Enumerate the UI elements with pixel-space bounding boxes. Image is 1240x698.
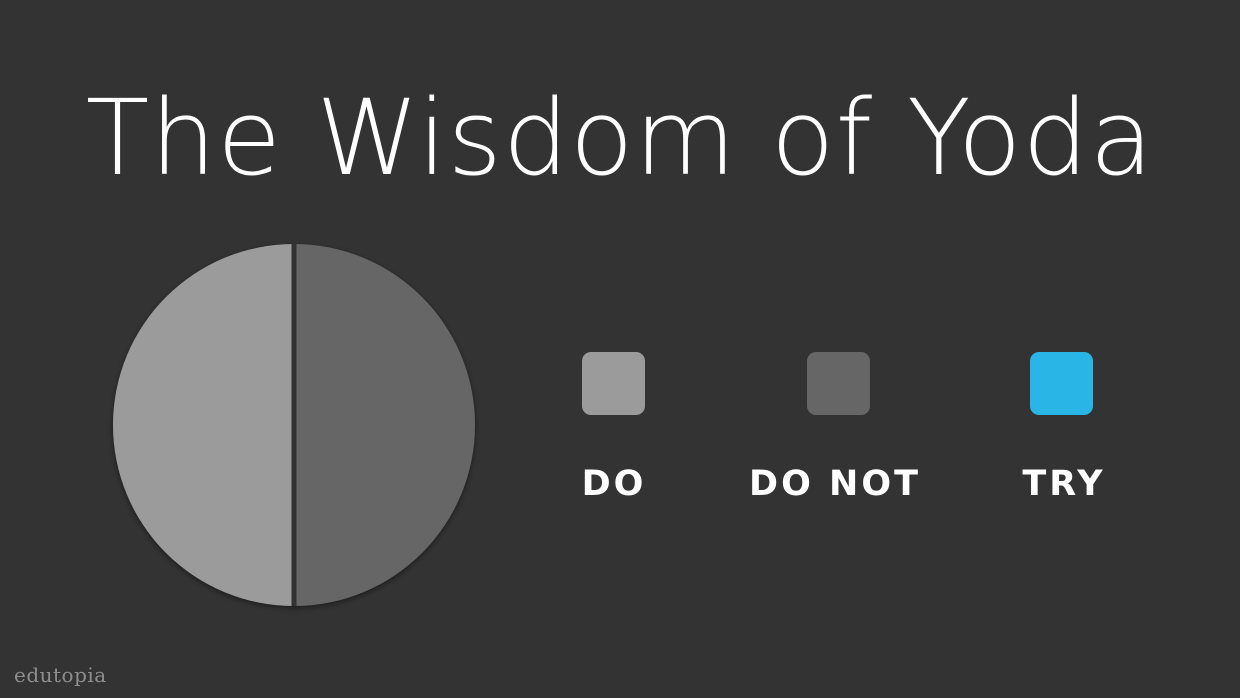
legend-label-do-not: DO NOT — [749, 464, 921, 504]
edutopia-logo: edutopia — [14, 663, 107, 687]
legend-swatch-do-not — [807, 352, 870, 415]
pie-slice-do-not — [294, 244, 475, 606]
pie-slice-do — [113, 244, 294, 606]
pie-chart — [113, 244, 475, 606]
legend-swatch-try — [1030, 352, 1093, 415]
legend-label-do: DO — [581, 464, 647, 504]
legend-swatch-do — [582, 352, 645, 415]
legend-label-try: TRY — [1022, 464, 1106, 504]
